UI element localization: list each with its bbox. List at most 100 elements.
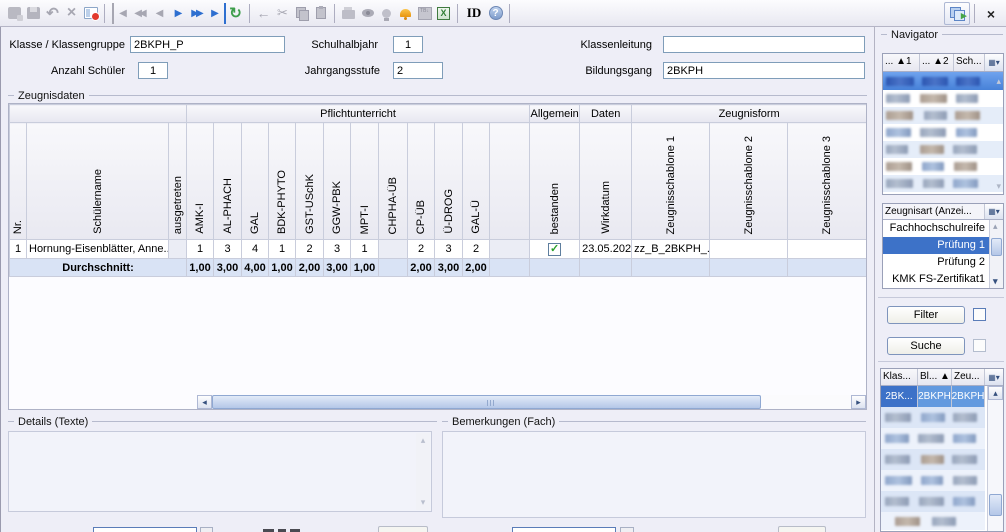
filter-button[interactable]: Filter bbox=[887, 306, 965, 324]
navigator-grid-menu-button[interactable]: ▦▾ bbox=[985, 54, 1003, 71]
scrollbar-thumb[interactable] bbox=[989, 494, 1002, 516]
fast-next-button[interactable]: ▶▶ bbox=[188, 3, 207, 24]
column-header-subject[interactable]: Ü-DROG bbox=[435, 123, 463, 240]
cell-grade[interactable]: 1 bbox=[269, 240, 296, 259]
cell-schuelername[interactable]: Hornung-Eisenblätter, Anne... bbox=[27, 240, 169, 259]
column-header-ausgetreten[interactable]: ausgetreten bbox=[169, 123, 187, 240]
hint-button[interactable] bbox=[377, 3, 396, 24]
bestanden-checkbox[interactable]: ✓ bbox=[548, 243, 561, 256]
navigator-column-header[interactable]: ... ▲2 bbox=[920, 54, 954, 71]
suche-button[interactable]: Suche bbox=[887, 337, 965, 355]
column-header-subject[interactable]: GGW-PBK bbox=[324, 123, 351, 240]
cell-nr[interactable]: 1 bbox=[10, 240, 27, 259]
klassen-row-redacted[interactable] bbox=[881, 512, 985, 530]
navigator-row-selected[interactable] bbox=[883, 72, 1003, 90]
column-header-subject[interactable]: MPT-I bbox=[351, 123, 379, 240]
zeugnisart-item-selected[interactable]: Prüfung 1 bbox=[883, 237, 989, 254]
navigator-row-redacted[interactable] bbox=[883, 107, 1003, 124]
column-header-schuelername[interactable]: Schülername bbox=[27, 123, 169, 240]
save-button[interactable] bbox=[24, 3, 43, 24]
fast-previous-button[interactable]: ◀◀ bbox=[131, 3, 150, 24]
column-header-bestanden[interactable]: bestanden bbox=[530, 123, 580, 240]
bildungsgang-input[interactable] bbox=[663, 62, 865, 79]
navigator-row-redacted[interactable] bbox=[883, 124, 1003, 141]
bottom-small-button-partial[interactable] bbox=[620, 527, 634, 532]
column-header-wirkdatum[interactable]: Wirkdatum bbox=[580, 123, 632, 240]
klassen-scrollbar[interactable]: ▴ bbox=[987, 386, 1003, 531]
student-row[interactable]: 1 Hornung-Eisenblätter, Anne... 1 3 4 1 … bbox=[10, 240, 867, 259]
cell-grade[interactable]: 4 bbox=[242, 240, 269, 259]
klassen-grid-menu-button[interactable]: ▦▾ bbox=[985, 369, 1003, 385]
klassen-row-redacted[interactable] bbox=[881, 491, 985, 512]
scroll-right-button[interactable]: ▸ bbox=[851, 395, 866, 409]
cell-grade[interactable]: 2 bbox=[408, 240, 435, 259]
jahrgangsstufe-input[interactable] bbox=[393, 62, 443, 79]
suche-checkbox[interactable] bbox=[973, 339, 986, 352]
column-header-subject[interactable]: CP-ÜB bbox=[408, 123, 435, 240]
scroll-up-icon[interactable]: ▴ bbox=[993, 221, 998, 232]
details-scrollbar[interactable]: ▴ ▾ bbox=[416, 433, 430, 510]
cell-schablone3[interactable] bbox=[788, 240, 867, 259]
klassen-column-header[interactable]: Bl... ▲ bbox=[918, 369, 952, 385]
bottom-button-partial[interactable] bbox=[378, 526, 428, 532]
navigator-row-redacted[interactable] bbox=[883, 90, 1003, 107]
cell-ausgetreten[interactable] bbox=[169, 240, 187, 259]
zeugnisart-item[interactable]: KMK FS-Zertifikat1 bbox=[883, 271, 989, 288]
zeugnisart-scrollbar[interactable]: ▴ ▾ bbox=[989, 220, 1003, 288]
klassen-row-redacted[interactable] bbox=[881, 449, 985, 470]
preview-button[interactable] bbox=[358, 3, 377, 24]
zeugnisart-item[interactable]: Fachhochschulreife bbox=[883, 220, 989, 237]
bottom-combobox-partial[interactable] bbox=[512, 527, 616, 532]
cell-schablone1[interactable]: zz_B_2BKPH_... bbox=[632, 240, 710, 259]
cell-wirkdatum[interactable]: 23.05.2025 bbox=[580, 240, 632, 259]
navigator-row-redacted[interactable] bbox=[883, 158, 1003, 175]
navigator-scroll-up-icon[interactable]: ▴ bbox=[996, 76, 1001, 87]
refresh-button[interactable]: ↻ bbox=[226, 3, 245, 24]
column-header-nr[interactable]: Nr. bbox=[10, 123, 27, 240]
navigator-scroll-down-icon[interactable]: ▾ bbox=[996, 181, 1001, 192]
bottom-combobox-partial[interactable] bbox=[93, 527, 197, 532]
cell-grade[interactable]: 3 bbox=[435, 240, 463, 259]
filter-checkbox[interactable] bbox=[973, 308, 986, 321]
column-header-subject[interactable]: CHPHA-ÜB bbox=[379, 123, 408, 240]
column-header-subject[interactable]: AL-PHACH bbox=[214, 123, 242, 240]
delete-button[interactable]: × bbox=[62, 3, 81, 24]
scroll-down-icon[interactable]: ▾ bbox=[993, 276, 998, 287]
scrollbar-thumb[interactable] bbox=[991, 238, 1002, 256]
klassen-cell[interactable]: 2BK... bbox=[881, 386, 918, 407]
column-header-subject[interactable]: AMK-I bbox=[187, 123, 214, 240]
print-button[interactable] bbox=[339, 3, 358, 24]
close-button[interactable]: × bbox=[979, 3, 1003, 24]
help-button[interactable]: ? bbox=[486, 3, 505, 24]
paste-button[interactable] bbox=[311, 3, 330, 24]
cell-schablone2[interactable] bbox=[710, 240, 788, 259]
klassen-row-redacted[interactable] bbox=[881, 407, 985, 428]
navigator-row-redacted[interactable] bbox=[883, 175, 1003, 192]
cell-bestanden[interactable]: ✓ bbox=[530, 240, 580, 259]
first-record-button[interactable]: ◀ bbox=[112, 3, 131, 24]
cut-button[interactable]: ✂ bbox=[273, 3, 292, 24]
new-record-button[interactable] bbox=[5, 3, 24, 24]
navigator-column-header[interactable]: ... ▲1 bbox=[883, 54, 920, 71]
klassen-cell[interactable]: 2BKPH bbox=[952, 386, 985, 407]
zeugnisart-grid-menu-button[interactable]: ▦▾ bbox=[985, 204, 1003, 219]
cell-grade[interactable]: 2 bbox=[463, 240, 490, 259]
undo-button[interactable]: ↶ bbox=[43, 3, 62, 24]
back-button[interactable]: ← bbox=[254, 3, 273, 24]
column-header-subject[interactable]: BDK-PHYTO bbox=[269, 123, 296, 240]
cell-grade[interactable]: 1 bbox=[187, 240, 214, 259]
klassen-cell[interactable]: 2BKPH bbox=[918, 386, 952, 407]
column-header-schablone1[interactable]: Zeugnisschablone 1 bbox=[632, 123, 710, 240]
details-textarea[interactable]: ▴ ▾ bbox=[8, 431, 432, 512]
column-header-subject[interactable]: GAL-Ü bbox=[463, 123, 490, 240]
scrollbar-thumb[interactable] bbox=[212, 395, 761, 409]
tb-import-button[interactable]: TB↓ bbox=[415, 3, 434, 24]
klassen-row-selected[interactable]: 2BK... 2BKPH 2BKPH bbox=[881, 386, 1003, 407]
grid-horizontal-scrollbar[interactable]: ◂ ▸ bbox=[197, 395, 866, 409]
column-header-subject[interactable]: GST-USchK bbox=[296, 123, 324, 240]
excel-export-button[interactable]: X bbox=[434, 3, 453, 24]
klassen-column-header[interactable]: Klas... bbox=[881, 369, 918, 385]
column-header-schablone3[interactable]: Zeugnisschablone 3 bbox=[788, 123, 867, 240]
switch-view-button[interactable]: ▸ bbox=[944, 2, 970, 25]
anzahl-schueler-input[interactable] bbox=[138, 62, 168, 79]
